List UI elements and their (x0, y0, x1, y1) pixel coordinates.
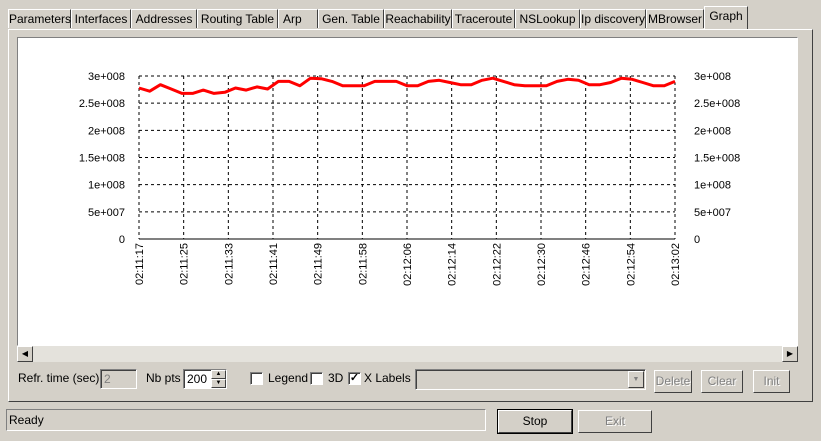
graph-area: 3e+008 3e+008 2.5e+008 2.5e+008 2e+008 2e+008… (17, 37, 798, 346)
y-tick-label-left: 5e+007 (88, 207, 125, 219)
scroll-left-button[interactable]: ◀ (17, 346, 33, 362)
x-tick-label: 02:12:30 (536, 243, 548, 286)
line-chart: 3e+008 3e+008 2.5e+008 2.5e+008 2e+008 2e+008… (79, 71, 740, 286)
checkmark-icon: ✓ (349, 372, 360, 384)
horizontal-scrollbar[interactable]: ◀ ▶ (17, 346, 798, 362)
clear-button[interactable]: Clear (701, 370, 743, 393)
x-tick-label: 02:12:22 (491, 243, 503, 286)
x-tick-label: 02:12:06 (402, 243, 414, 286)
tab-traceroute[interactable]: Traceroute (452, 9, 515, 28)
series-line (138, 76, 676, 95)
tab-interfaces[interactable]: Interfaces (71, 9, 131, 28)
up-arrow-icon: ▲ (215, 371, 222, 377)
legend-label: Legend (268, 371, 309, 385)
nb-points-value: 200 (187, 372, 208, 386)
y-tick-label-left: 3e+008 (88, 71, 125, 83)
delete-button[interactable]: Delete (654, 370, 692, 393)
x-tick-label: 02:11:41 (268, 243, 280, 285)
x-tick-label: 02:12:46 (581, 243, 593, 286)
nb-points-label: Nb pts (146, 371, 181, 385)
tab-reachability[interactable]: Reachability (384, 9, 452, 28)
legend-checkbox[interactable] (250, 372, 263, 385)
refresh-time-label: Refr. time (sec) (18, 371, 100, 385)
x-tick-label: 02:11:25 (179, 243, 191, 285)
series-combo[interactable]: ▼ (415, 369, 646, 390)
tab-mbrowser[interactable]: MBrowser (646, 9, 704, 28)
x-tick-label: 02:11:58 (357, 243, 369, 285)
down-arrow-icon: ▼ (215, 380, 222, 386)
y-tick-label-left: 1.5e+008 (79, 153, 125, 165)
x-labels-label: X Labels (364, 371, 411, 385)
tab-gen-table[interactable]: Gen. Table (318, 9, 384, 28)
y-tick-label-right: 1.5e+008 (694, 153, 740, 165)
y-tick-label-right: 1e+008 (694, 180, 731, 192)
left-arrow-icon: ◀ (21, 349, 29, 358)
nb-points-up-button[interactable]: ▲ (211, 370, 226, 379)
3d-label: 3D (328, 371, 344, 385)
chevron-down-icon: ▼ (632, 376, 640, 383)
x-tick-label: 02:11:33 (223, 243, 235, 285)
combo-dropdown-button[interactable]: ▼ (628, 371, 644, 388)
y-tick-label-right: 2e+008 (694, 125, 731, 137)
x-labels-checkbox[interactable]: ✓ (348, 372, 361, 385)
refresh-time-input[interactable]: 2 (100, 369, 137, 389)
y-tick-label-right: 5e+007 (694, 207, 731, 219)
3d-checkbox[interactable] (310, 372, 323, 385)
tab-graph[interactable]: Graph (704, 6, 748, 29)
tab-parameters[interactable]: Parameters (8, 9, 71, 28)
x-tick-label: 02:11:49 (313, 243, 325, 285)
x-tick-label: 02:12:54 (625, 243, 637, 286)
x-tick-label: 02:13:02 (670, 243, 682, 286)
tab-routing-table[interactable]: Routing Table (197, 9, 278, 28)
status-bar: Ready (6, 409, 486, 431)
scroll-right-button[interactable]: ▶ (782, 346, 798, 362)
y-tick-label-left: 2.5e+008 (79, 98, 125, 110)
y-tick-label-right: 3e+008 (694, 71, 731, 83)
tab-ip-discovery[interactable]: Ip discovery (580, 9, 646, 28)
y-tick-label-left: 1e+008 (88, 180, 125, 192)
right-arrow-icon: ▶ (786, 349, 794, 358)
init-button[interactable]: Init (753, 370, 790, 393)
y-tick-label-left: 0 (119, 234, 125, 246)
status-text: Ready (9, 413, 44, 427)
y-tick-label-left: 2e+008 (88, 125, 125, 137)
tab-addresses[interactable]: Addresses (131, 9, 197, 28)
exit-button[interactable]: Exit (578, 410, 652, 433)
x-tick-label: 02:11:17 (134, 243, 146, 285)
y-tick-label-right: 0 (694, 234, 700, 246)
tab-arp[interactable]: Arp (278, 9, 318, 28)
x-tick-label: 02:12:14 (447, 243, 459, 286)
y-tick-label-right: 2.5e+008 (694, 98, 740, 110)
stop-button[interactable]: Stop (497, 409, 573, 434)
tab-nslookup[interactable]: NSLookup (515, 9, 580, 28)
nb-points-down-button[interactable]: ▼ (211, 379, 226, 388)
